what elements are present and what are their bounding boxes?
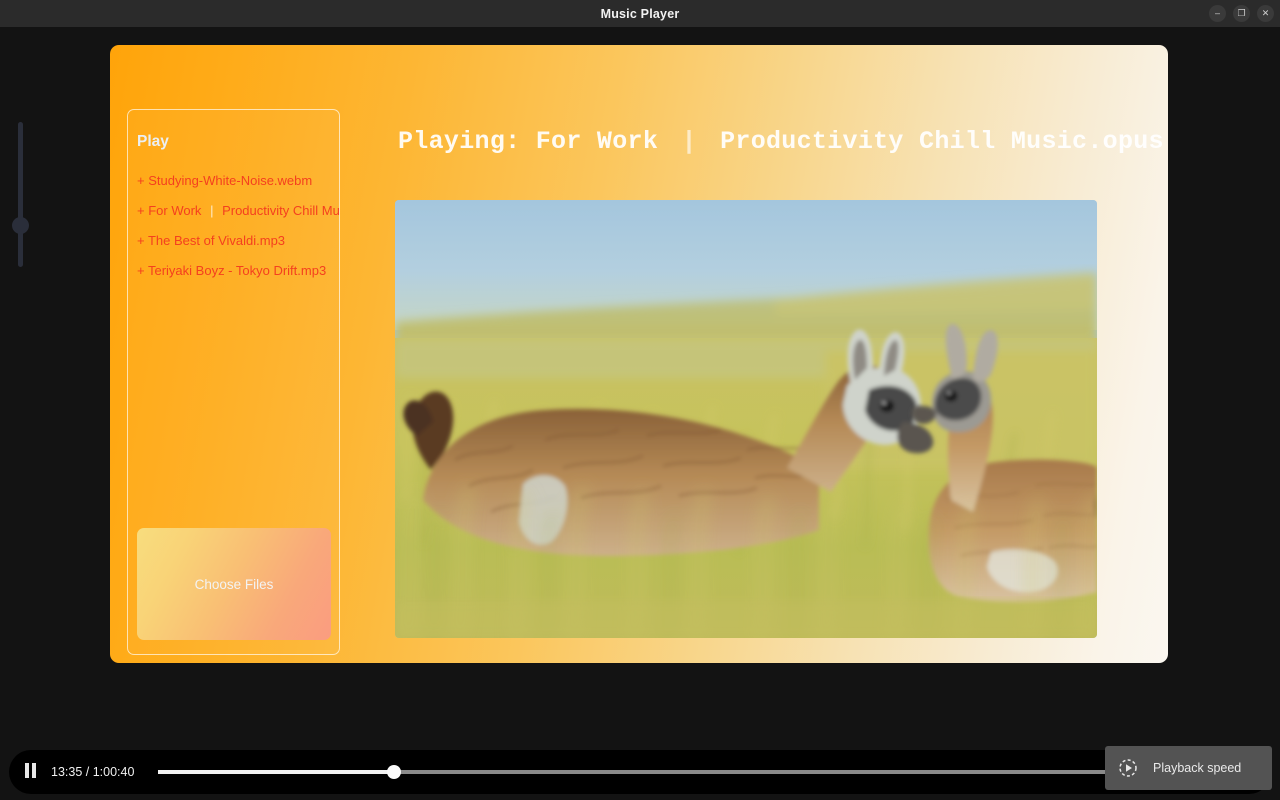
playlist-item-title: The Best of Vivaldi.mp3 xyxy=(147,233,286,248)
playlist-item-separator: | xyxy=(210,203,214,218)
pause-button[interactable] xyxy=(15,757,45,787)
playlist-item-title: Teriyaki Boyz - Tokyo Drift.mp3 xyxy=(147,263,327,278)
seek-slider-progress xyxy=(158,770,395,774)
playback-speed-icon xyxy=(1118,758,1138,778)
playlist-heading: Play xyxy=(137,133,169,150)
volume-slider-track xyxy=(18,122,23,267)
playlist-item-title: For Work xyxy=(148,203,202,218)
now-playing-separator: | xyxy=(681,127,697,156)
now-playing-filename: Productivity Chill Music.opus xyxy=(720,127,1164,156)
playlist-panel: Play + Studying-White-Noise.webm + For W… xyxy=(127,109,340,655)
playback-control-bar: 13:35 / 1:00:40 xyxy=(9,750,1271,794)
maximize-button[interactable]: ❐ xyxy=(1233,5,1250,22)
app-body: Play + Studying-White-Noise.webm + For W… xyxy=(0,27,1280,800)
choose-files-button[interactable]: Choose Files xyxy=(137,528,331,640)
list-item[interactable]: + Studying-White-Noise.webm xyxy=(128,166,339,196)
player-panel: Play + Studying-White-Noise.webm + For W… xyxy=(110,45,1168,663)
playlist-item-prefix: + xyxy=(137,203,145,218)
minimize-button[interactable]: – xyxy=(1209,5,1226,22)
playlist-item-subtitle: Productivity Chill Musi xyxy=(222,203,340,218)
playback-speed-tooltip[interactable]: Playback speed xyxy=(1105,746,1272,790)
seek-slider-thumb[interactable] xyxy=(387,765,402,779)
playlist-item-title: Studying-White-Noise.webm xyxy=(148,173,313,188)
now-playing-title: Playing: For Work | Productivity Chill M… xyxy=(398,127,1164,156)
playlist-item-prefix: + xyxy=(137,263,145,278)
artwork-image xyxy=(395,200,1097,638)
pause-icon xyxy=(24,763,36,781)
window-title: Music Player xyxy=(600,6,680,21)
volume-slider[interactable] xyxy=(12,122,29,267)
list-item[interactable]: + For Work | Productivity Chill Musi xyxy=(128,196,340,226)
window-controls: – ❐ ✕ xyxy=(1209,0,1274,27)
playlist-items: + Studying-White-Noise.webm + For Work |… xyxy=(128,166,340,286)
list-item[interactable]: + Teriyaki Boyz - Tokyo Drift.mp3 xyxy=(128,256,339,286)
window-titlebar: Music Player – ❐ ✕ xyxy=(0,0,1280,27)
list-item[interactable]: + The Best of Vivaldi.mp3 xyxy=(128,226,339,256)
time-display: 13:35 / 1:00:40 xyxy=(51,765,135,779)
playback-speed-label: Playback speed xyxy=(1153,761,1242,775)
now-playing-prefix: Playing: For Work xyxy=(398,127,659,156)
playlist-item-prefix: + xyxy=(137,233,145,248)
playlist-item-prefix: + xyxy=(137,173,145,188)
close-button[interactable]: ✕ xyxy=(1257,5,1274,22)
seek-slider[interactable] xyxy=(158,762,1127,782)
volume-slider-thumb[interactable] xyxy=(12,217,29,234)
